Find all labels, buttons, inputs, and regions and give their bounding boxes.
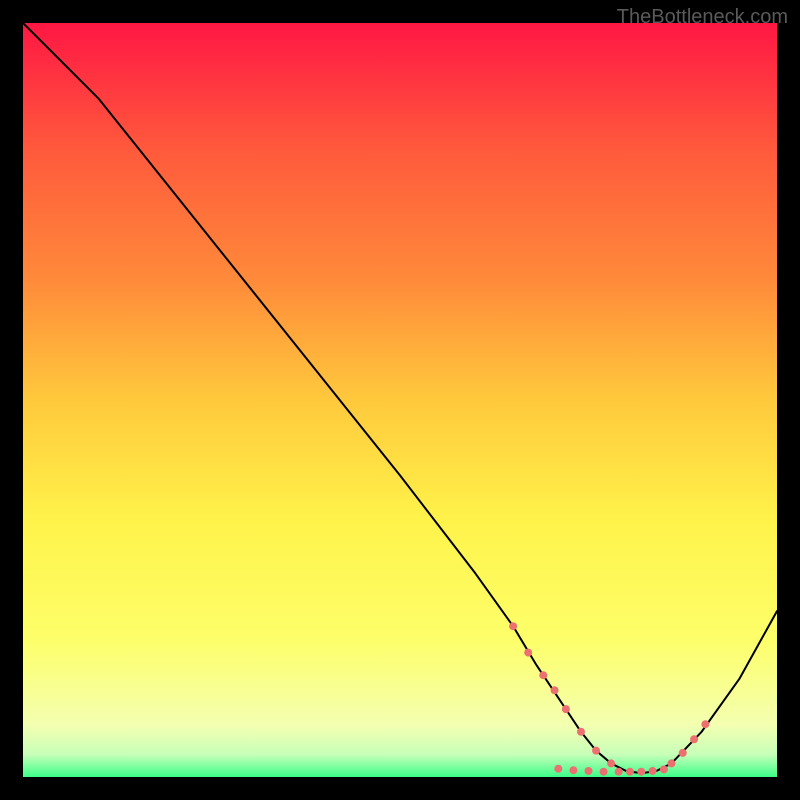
highlight-dot [701, 720, 709, 728]
chart-svg [0, 0, 800, 800]
highlight-dot [690, 735, 698, 743]
highlight-dot [539, 671, 547, 679]
highlight-dot [637, 768, 645, 776]
highlight-dot [551, 686, 559, 694]
highlight-dot [607, 759, 615, 767]
gradient-background [23, 23, 777, 777]
highlight-dot [524, 649, 532, 657]
highlight-dot [649, 767, 657, 775]
highlight-dot [509, 622, 517, 630]
highlight-dot [562, 705, 570, 713]
highlight-dot [592, 747, 600, 755]
highlight-dot [679, 749, 687, 757]
highlight-dot [626, 768, 634, 776]
highlight-dot [600, 768, 608, 776]
highlight-dot [554, 765, 562, 773]
highlight-dot [615, 768, 623, 776]
chart-container: TheBottleneck.com [0, 0, 800, 800]
watermark-text: TheBottleneck.com [617, 6, 788, 29]
highlight-dot [569, 766, 577, 774]
highlight-dot [660, 765, 668, 773]
highlight-dot [667, 759, 675, 767]
highlight-dot [585, 767, 593, 775]
highlight-dot [577, 728, 585, 736]
